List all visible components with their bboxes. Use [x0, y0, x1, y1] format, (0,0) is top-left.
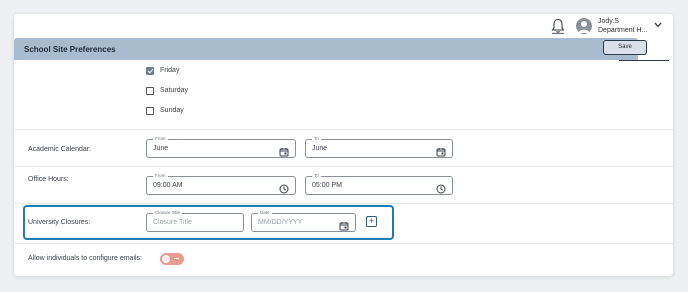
field-legend: To [312, 172, 321, 179]
calendar-icon[interactable] [436, 144, 446, 157]
checkbox-label: Saturday [160, 87, 189, 94]
checkbox-label: Friday [160, 67, 180, 74]
divider [14, 166, 673, 167]
toggle-off-indicator [174, 258, 179, 259]
divider [14, 243, 673, 244]
calendar-icon[interactable] [339, 218, 349, 231]
field-legend: From [153, 135, 168, 142]
field-value: 05:00 PM [312, 182, 342, 189]
field-value: June [153, 145, 169, 152]
checkbox-label: Sunday [160, 107, 184, 114]
checkbox[interactable] [146, 67, 154, 75]
field-legend: To [312, 135, 321, 142]
save-button[interactable]: Save [603, 40, 647, 55]
clock-icon[interactable] [279, 181, 289, 194]
university-closures-label: University Closures: [28, 219, 91, 226]
field-placeholder: MM/DD/YYYY [258, 219, 303, 226]
allow-emails-toggle[interactable] [160, 253, 184, 265]
page-title: School Site Preferences [24, 45, 116, 54]
checkbox[interactable] [146, 87, 154, 95]
office-hours-to-field[interactable]: To 05:00 PM [305, 172, 453, 195]
allow-emails-label: Allow individuals to configure emails: [28, 255, 142, 262]
academic-calendar-label: Academic Calendar: [28, 146, 92, 153]
calendar-icon[interactable] [279, 144, 289, 157]
divider [14, 203, 673, 204]
academic-calendar-to-field[interactable]: To June [305, 135, 453, 158]
user-role[interactable]: Department H... [598, 27, 647, 35]
academic-calendar-from-field[interactable]: From June [146, 135, 296, 158]
section-header: School Site Preferences [14, 38, 638, 60]
preferences-card: Jody.S Department H... School Site Prefe… [14, 14, 673, 276]
field-legend: Date [258, 209, 272, 216]
clock-icon[interactable] [436, 181, 446, 194]
divider [14, 129, 673, 130]
field-placeholder: Closure Title [153, 219, 192, 226]
closure-title-input[interactable]: Closure Title Closure Title [146, 209, 244, 232]
avatar[interactable] [576, 18, 592, 34]
top-bar: Jody.S Department H... [14, 14, 673, 38]
add-closure-button[interactable]: + [366, 216, 377, 227]
field-legend: From [153, 172, 168, 179]
toggle-knob [162, 255, 170, 263]
closure-date-input[interactable]: Date MM/DD/YYYY [251, 209, 356, 232]
checkbox[interactable] [146, 107, 154, 115]
office-hours-from-field[interactable]: From 09:00 AM [146, 172, 296, 195]
field-value: 09:00 AM [153, 182, 183, 189]
office-hours-label: Office Hours: [28, 176, 69, 183]
divider [619, 60, 669, 61]
user-name[interactable]: Jody.S [598, 18, 619, 26]
field-legend: Closure Title [153, 209, 183, 216]
chevron-down-icon[interactable] [654, 21, 662, 30]
field-value: June [312, 145, 328, 152]
bell-icon[interactable] [551, 18, 565, 34]
